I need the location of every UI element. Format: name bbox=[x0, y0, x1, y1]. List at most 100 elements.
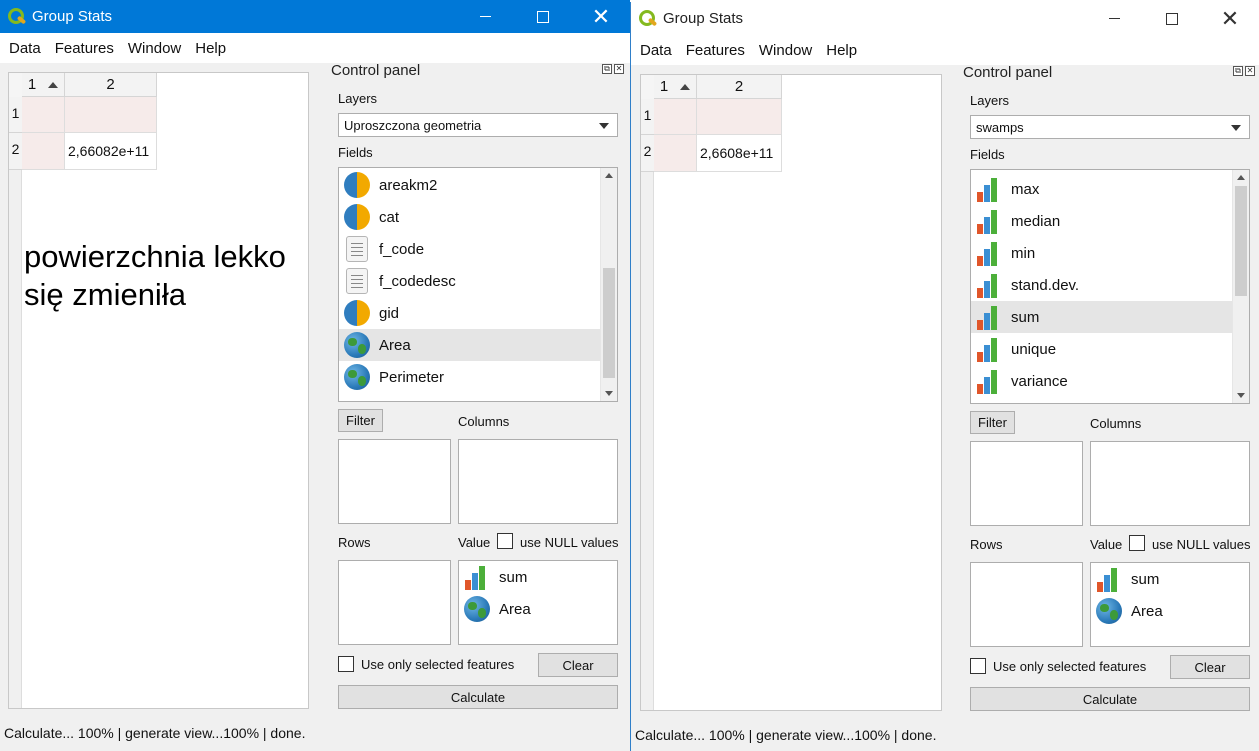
menu-window[interactable]: Window bbox=[752, 42, 819, 59]
rows-box[interactable] bbox=[338, 560, 451, 645]
filter-box[interactable] bbox=[338, 439, 451, 524]
layers-combo[interactable]: swamps bbox=[970, 115, 1250, 139]
bar-chart-icon bbox=[976, 240, 1002, 266]
use-selected-label: Use only selected features bbox=[993, 659, 1147, 674]
scroll-thumb[interactable] bbox=[603, 268, 615, 378]
menu-help[interactable]: Help bbox=[188, 40, 233, 57]
table-cell[interactable] bbox=[654, 99, 697, 135]
use-selected-checkbox[interactable] bbox=[970, 658, 986, 674]
table-cell[interactable]: 2,66082e+11 bbox=[65, 133, 157, 170]
list-item-label: stand.dev. bbox=[1011, 276, 1080, 294]
list-item-label: variance bbox=[1011, 372, 1068, 390]
row-header-2[interactable]: 2 bbox=[641, 135, 654, 172]
clear-button[interactable]: Clear bbox=[1170, 655, 1250, 679]
list-item[interactable]: Perimeter bbox=[339, 361, 617, 393]
list-item[interactable]: gid bbox=[339, 297, 617, 329]
list-item[interactable]: stand.dev. bbox=[971, 269, 1249, 301]
list-item[interactable]: max bbox=[971, 173, 1249, 205]
column-header-2[interactable]: 2 bbox=[697, 75, 782, 99]
float-icon[interactable]: ⧉ bbox=[602, 64, 612, 74]
table-cell[interactable] bbox=[22, 133, 65, 170]
calculate-button[interactable]: Calculate bbox=[338, 685, 618, 709]
scroll-down-icon[interactable] bbox=[1237, 393, 1245, 398]
row-header-1[interactable]: 1 bbox=[9, 97, 22, 133]
table-corner[interactable] bbox=[9, 73, 22, 97]
table-corner[interactable] bbox=[641, 75, 654, 99]
annotation-line: się zmieniła bbox=[24, 277, 186, 312]
filter-button[interactable]: Filter bbox=[970, 411, 1015, 434]
close-icon: ✕ bbox=[1220, 5, 1240, 31]
control-panel-title: Control panel bbox=[963, 64, 1053, 81]
close-dock-icon[interactable]: ✕ bbox=[1245, 66, 1255, 76]
menu-features[interactable]: Features bbox=[679, 42, 752, 59]
value-box[interactable]: sum Area bbox=[1090, 562, 1250, 647]
table-cell[interactable] bbox=[654, 135, 697, 172]
list-item[interactable]: areakm2 bbox=[339, 169, 617, 201]
menu-data[interactable]: Data bbox=[2, 40, 48, 57]
list-item[interactable]: median bbox=[971, 205, 1249, 237]
result-table[interactable]: 1 2 1 2 2,6608e+11 bbox=[640, 74, 942, 711]
use-null-checkbox[interactable] bbox=[1129, 535, 1145, 551]
close-dock-icon[interactable]: ✕ bbox=[614, 64, 624, 74]
table-cell[interactable] bbox=[65, 97, 157, 133]
calculate-button[interactable]: Calculate bbox=[970, 687, 1250, 711]
globe-icon bbox=[464, 596, 490, 622]
fields-scrollbar[interactable] bbox=[600, 168, 617, 401]
list-item[interactable]: sum bbox=[459, 561, 617, 593]
table-cell[interactable] bbox=[22, 97, 65, 133]
fields-list[interactable]: areakm2 cat f_code f_codedesc gid Area Perimet… bbox=[338, 167, 618, 402]
scroll-thumb[interactable] bbox=[1235, 186, 1247, 296]
list-item[interactable]: cat bbox=[339, 201, 617, 233]
menu-help[interactable]: Help bbox=[819, 42, 864, 59]
list-item[interactable]: sum bbox=[971, 301, 1249, 333]
scroll-up-icon[interactable] bbox=[605, 173, 613, 178]
layers-combo[interactable]: Uproszczona geometria bbox=[338, 113, 618, 137]
columns-box[interactable] bbox=[458, 439, 618, 524]
title-bar[interactable]: Group Stats ✕ bbox=[631, 2, 1259, 35]
window-title: Group Stats bbox=[32, 8, 113, 25]
column-header-2[interactable]: 2 bbox=[65, 73, 157, 97]
close-button[interactable]: ✕ bbox=[1201, 2, 1259, 35]
use-null-checkbox[interactable] bbox=[497, 533, 513, 549]
maximize-button[interactable] bbox=[514, 0, 572, 33]
rows-box[interactable] bbox=[970, 562, 1083, 647]
menu-features[interactable]: Features bbox=[48, 40, 121, 57]
maximize-button[interactable] bbox=[1143, 2, 1201, 35]
list-item[interactable]: Area bbox=[459, 593, 617, 625]
value-box[interactable]: sum Area bbox=[458, 560, 618, 645]
filter-button[interactable]: Filter bbox=[338, 409, 383, 432]
table-cell[interactable]: 2,6608e+11 bbox=[697, 135, 782, 172]
list-item[interactable]: unique bbox=[971, 333, 1249, 365]
minimize-button[interactable] bbox=[1085, 2, 1143, 35]
scroll-up-icon[interactable] bbox=[1237, 175, 1245, 180]
menu-window[interactable]: Window bbox=[121, 40, 188, 57]
list-item[interactable]: sum bbox=[1091, 563, 1249, 595]
column-header-1[interactable]: 1 bbox=[654, 75, 697, 99]
row-header-1[interactable]: 1 bbox=[641, 99, 654, 135]
fields-scrollbar[interactable] bbox=[1232, 170, 1249, 403]
columns-label: Columns bbox=[1090, 416, 1142, 431]
float-icon[interactable]: ⧉ bbox=[1233, 66, 1243, 76]
list-item[interactable]: Area bbox=[339, 329, 617, 361]
list-item[interactable]: Area bbox=[1091, 595, 1249, 627]
row-header-2[interactable]: 2 bbox=[9, 133, 22, 170]
filter-box[interactable] bbox=[970, 441, 1083, 526]
use-selected-checkbox[interactable] bbox=[338, 656, 354, 672]
title-bar[interactable]: Group Stats ✕ bbox=[0, 0, 630, 33]
list-item[interactable]: min bbox=[971, 237, 1249, 269]
window-title: Group Stats bbox=[663, 10, 744, 27]
close-button[interactable]: ✕ bbox=[572, 0, 630, 33]
list-item[interactable]: variance bbox=[971, 365, 1249, 397]
list-item[interactable]: f_code bbox=[339, 233, 617, 265]
fields-list[interactable]: max median min stand.dev. sum unique variance bbox=[970, 169, 1250, 404]
minimize-button[interactable] bbox=[456, 0, 514, 33]
table-cell[interactable] bbox=[697, 99, 782, 135]
clear-button[interactable]: Clear bbox=[538, 653, 618, 677]
list-item[interactable]: f_codedesc bbox=[339, 265, 617, 297]
column-header-1[interactable]: 1 bbox=[22, 73, 65, 97]
fields-label: Fields bbox=[338, 145, 373, 160]
menu-data[interactable]: Data bbox=[633, 42, 679, 59]
columns-box[interactable] bbox=[1090, 441, 1250, 526]
scroll-down-icon[interactable] bbox=[605, 391, 613, 396]
result-table[interactable]: 1 2 1 2 2,66082e+11 bbox=[8, 72, 309, 709]
